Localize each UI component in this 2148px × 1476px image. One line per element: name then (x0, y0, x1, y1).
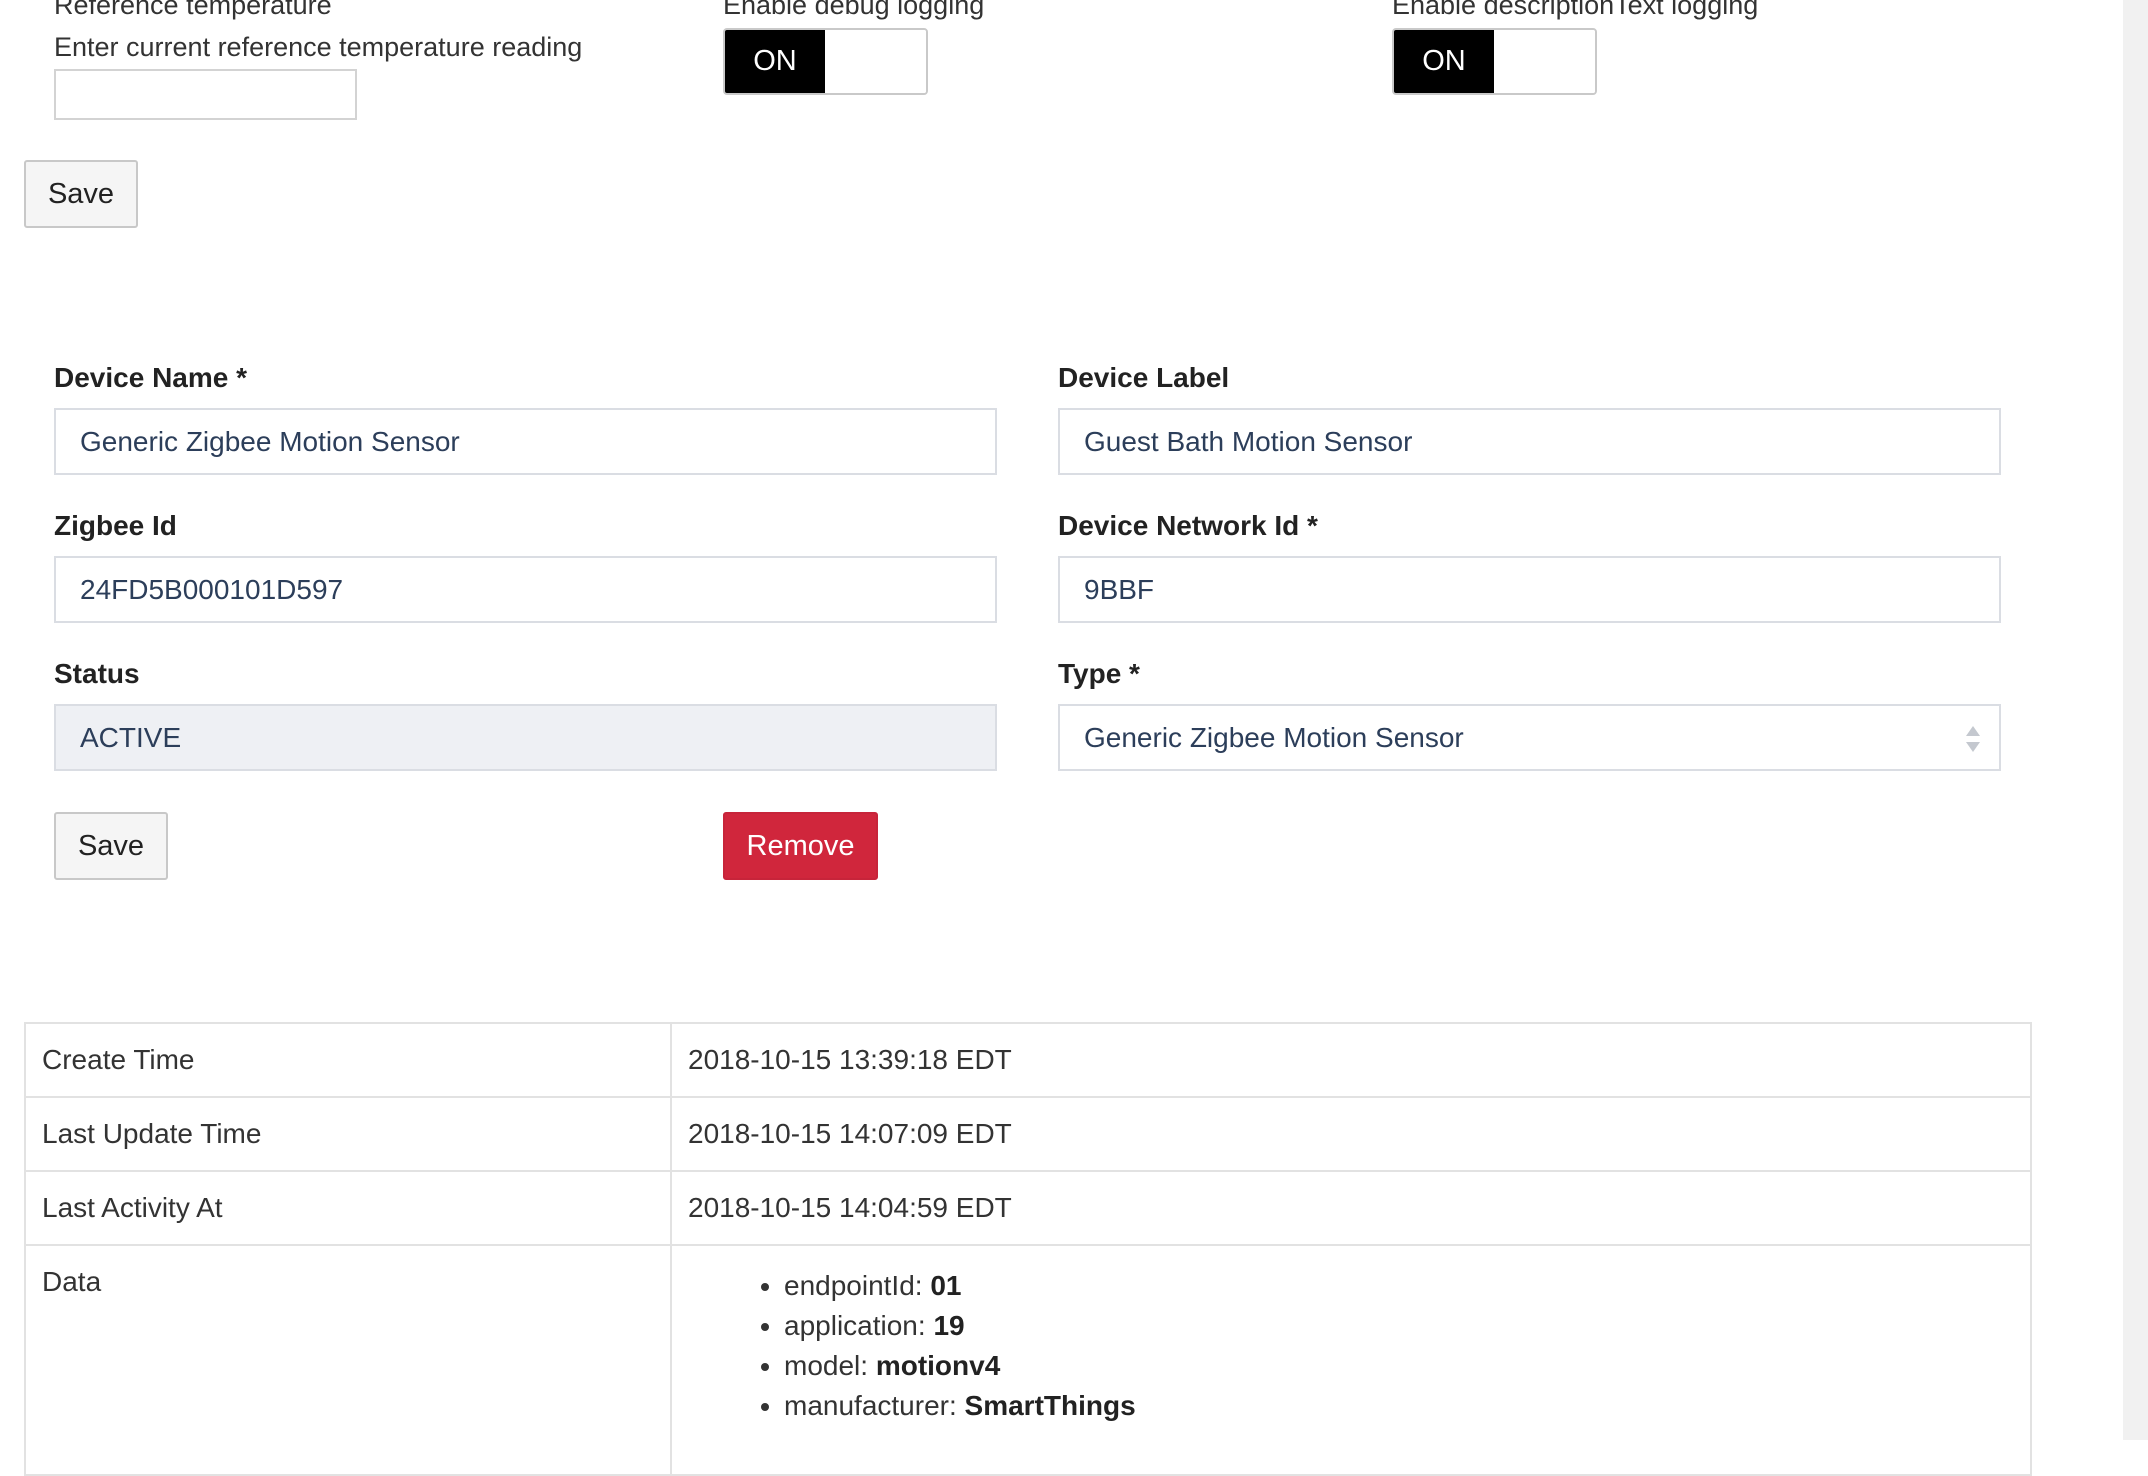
desc-logging-toggle[interactable]: ON (1392, 28, 1597, 95)
type-select-value: Generic Zigbee Motion Sensor (1084, 721, 1464, 753)
zigbee-id-input[interactable]: 24FD5B000101D597 (54, 556, 997, 623)
pref-debug-logging-title: Enable debug logging (723, 0, 985, 20)
list-item: manufacturer: SmartThings (784, 1386, 2014, 1426)
last-update-time-value: 2018-10-15 14:07:09 EDT (670, 1096, 2032, 1172)
pref-reference-temp-title: Reference temperature (54, 0, 332, 20)
debug-logging-toggle-on: ON (725, 30, 825, 93)
data-list: endpointId: 01 application: 19 model: mo… (688, 1266, 2014, 1426)
debug-logging-toggle-knob (825, 30, 926, 93)
list-item: application: 19 (784, 1306, 2014, 1346)
device-label-input[interactable]: Guest Bath Motion Sensor (1058, 408, 2001, 475)
data-key: manufacturer: (784, 1390, 965, 1421)
data-value: 19 (933, 1310, 965, 1341)
device-label-label: Device Label (1058, 362, 1230, 393)
pref-desc-logging-title: Enable descriptionText logging (1392, 0, 1759, 20)
device-save-button[interactable]: Save (54, 812, 168, 880)
data-value: motionv4 (875, 1350, 1001, 1381)
desc-logging-toggle-on: ON (1394, 30, 1494, 93)
table-row: Last Activity At 2018-10-15 14:04:59 EDT (24, 1170, 2032, 1246)
status-field: ACTIVE (54, 704, 997, 771)
table-row: Create Time 2018-10-15 13:39:18 EDT (24, 1022, 2032, 1098)
data-key: endpointId: (784, 1270, 931, 1301)
table-row: Last Update Time 2018-10-15 14:07:09 EDT (24, 1096, 2032, 1172)
create-time-value: 2018-10-15 13:39:18 EDT (670, 1022, 2032, 1098)
preferences-save-button[interactable]: Save (24, 160, 138, 228)
zigbee-id-label: Zigbee Id (54, 510, 177, 541)
data-label: Data (24, 1244, 672, 1476)
debug-logging-toggle[interactable]: ON (723, 28, 928, 95)
scrollbar-track[interactable] (2123, 0, 2148, 1440)
pref-reference-temp-description: Enter current reference temperature read… (54, 32, 583, 62)
data-key: model: (784, 1350, 876, 1381)
data-value: SmartThings (964, 1390, 1136, 1421)
list-item: endpointId: 01 (784, 1266, 2014, 1306)
data-value: 01 (930, 1270, 962, 1301)
data-value-cell: endpointId: 01 application: 19 model: mo… (670, 1244, 2032, 1476)
up-down-arrows-icon (1966, 726, 1980, 752)
data-key: application: (784, 1310, 934, 1341)
desc-logging-toggle-knob (1494, 30, 1595, 93)
device-name-label: Device Name * (54, 362, 248, 393)
create-time-label: Create Time (24, 1022, 672, 1098)
device-info-table: Create Time 2018-10-15 13:39:18 EDT Last… (24, 1022, 2032, 1476)
last-update-time-label: Last Update Time (24, 1096, 672, 1172)
last-activity-value: 2018-10-15 14:04:59 EDT (670, 1170, 2032, 1246)
type-label: Type * (1058, 658, 1140, 689)
device-network-id-input[interactable]: 9BBF (1058, 556, 2001, 623)
device-network-id-label: Device Network Id * (1058, 510, 1318, 541)
remove-device-button[interactable]: Remove (723, 812, 878, 880)
list-item: model: motionv4 (784, 1346, 2014, 1386)
status-label: Status (54, 658, 140, 689)
reference-temp-input[interactable] (54, 69, 357, 120)
device-name-input[interactable]: Generic Zigbee Motion Sensor (54, 408, 997, 475)
type-select[interactable]: Generic Zigbee Motion Sensor (1058, 704, 2001, 771)
last-activity-label: Last Activity At (24, 1170, 672, 1246)
table-row: Data endpointId: 01 application: 19 mode… (24, 1244, 2032, 1476)
